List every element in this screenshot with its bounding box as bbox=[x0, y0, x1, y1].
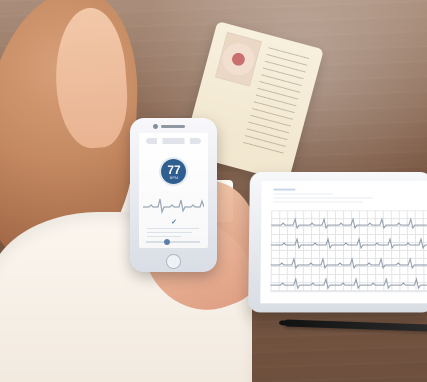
heart-rate-unit: BPM bbox=[169, 175, 179, 180]
tablet-ecg-line-2 bbox=[270, 237, 427, 249]
phone-screen: 77 BPM ✓ bbox=[139, 133, 208, 248]
check-icon: ✓ bbox=[171, 219, 177, 226]
phone-status-bar bbox=[146, 138, 201, 144]
photo-scene: 77 BPM ✓ bbox=[0, 0, 427, 382]
phone-ecg-line bbox=[143, 198, 204, 215]
phone-camera bbox=[153, 124, 158, 129]
tablet-ecg-line-1 bbox=[271, 216, 427, 232]
tablet-report-header bbox=[273, 188, 427, 205]
tablet-ecg-line-3 bbox=[271, 256, 427, 272]
phone-speaker bbox=[161, 125, 185, 128]
home-button bbox=[166, 254, 181, 269]
phone-summary-lines bbox=[147, 228, 199, 239]
smartphone: 77 BPM ✓ bbox=[130, 118, 217, 272]
phone-ecg-waveform bbox=[143, 198, 204, 215]
tablet-ecg-line-4 bbox=[270, 276, 427, 292]
tablet-device bbox=[248, 171, 427, 313]
phone-progress-slider bbox=[146, 239, 200, 245]
tablet-screen bbox=[260, 180, 427, 304]
